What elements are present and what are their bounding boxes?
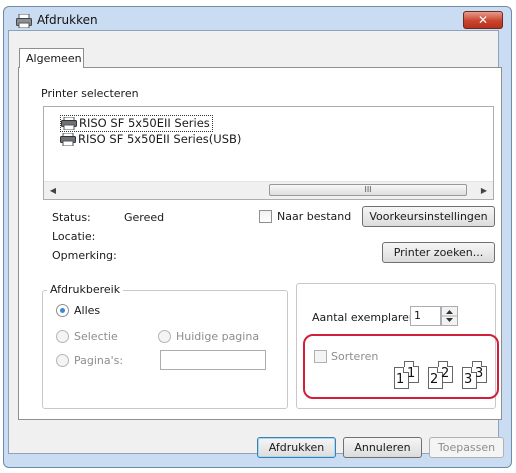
- print-button[interactable]: Afdrukken: [257, 437, 336, 458]
- print-to-file-label[interactable]: Naar bestand: [277, 210, 351, 223]
- printer-list-item[interactable]: RISO SF 5x50EII Series(USB): [60, 132, 241, 147]
- range-all-radio[interactable]: [56, 304, 69, 317]
- scroll-right-icon[interactable]: ▶: [477, 184, 491, 197]
- find-printer-button[interactable]: Printer zoeken...: [382, 242, 495, 263]
- status-value: Gereed: [124, 211, 165, 224]
- range-current-page-radio[interactable]: [158, 330, 171, 343]
- group-label: Printer selecteren: [38, 87, 142, 100]
- copies-spinner[interactable]: [441, 306, 458, 326]
- printer-icon: [16, 14, 32, 28]
- comment-label: Opmerking:: [52, 249, 117, 262]
- range-selection-radio[interactable]: [56, 330, 69, 343]
- copies-count-value: 1: [414, 309, 421, 322]
- window-title: Afdrukken: [37, 13, 98, 27]
- range-pages-label[interactable]: Pagina's:: [74, 354, 123, 367]
- printer-list-item[interactable]: RISO SF 5x50EII Series: [60, 115, 213, 132]
- scroll-left-icon[interactable]: ◀: [46, 184, 60, 197]
- printer-icon: [61, 117, 77, 130]
- range-selection-label[interactable]: Selectie: [74, 330, 118, 343]
- range-pages-radio[interactable]: [56, 354, 69, 367]
- printer-name: RISO SF 5x50EII Series(USB): [78, 132, 242, 146]
- close-button[interactable]: ✕: [463, 11, 503, 29]
- group-label: Afdrukbereik: [47, 283, 124, 296]
- horizontal-scrollbar[interactable]: ◀ III ▶: [44, 181, 493, 199]
- collate-highlight-box: [303, 334, 499, 399]
- spin-arrows-icon: [442, 310, 457, 322]
- cancel-button[interactable]: Annuleren: [343, 437, 422, 458]
- status-label: Status:: [52, 211, 91, 224]
- range-current-page-label[interactable]: Huidige pagina: [176, 330, 259, 343]
- close-icon: ✕: [477, 13, 489, 27]
- grip-icon: III: [364, 185, 372, 194]
- copies-count-input[interactable]: 1: [410, 306, 441, 326]
- tab-label: Algemeen: [26, 52, 82, 65]
- printer-icon: [60, 133, 76, 146]
- scrollbar-thumb[interactable]: III: [269, 184, 467, 196]
- printer-list[interactable]: RISO SF 5x50EII Series RISO SF 5x50EII S…: [43, 106, 494, 200]
- range-all-label[interactable]: Alles: [74, 304, 100, 317]
- tab-general[interactable]: Algemeen: [19, 48, 84, 68]
- apply-button[interactable]: Toepassen: [429, 437, 504, 458]
- print-to-file-checkbox[interactable]: [259, 210, 272, 223]
- copies-count-label: Aantal exemplaren:: [312, 311, 420, 324]
- pages-input[interactable]: [160, 350, 266, 370]
- printer-name: RISO SF 5x50EII Series: [79, 116, 210, 130]
- location-label: Locatie:: [52, 230, 96, 243]
- preferences-button[interactable]: Voorkeursinstellingen: [362, 206, 495, 227]
